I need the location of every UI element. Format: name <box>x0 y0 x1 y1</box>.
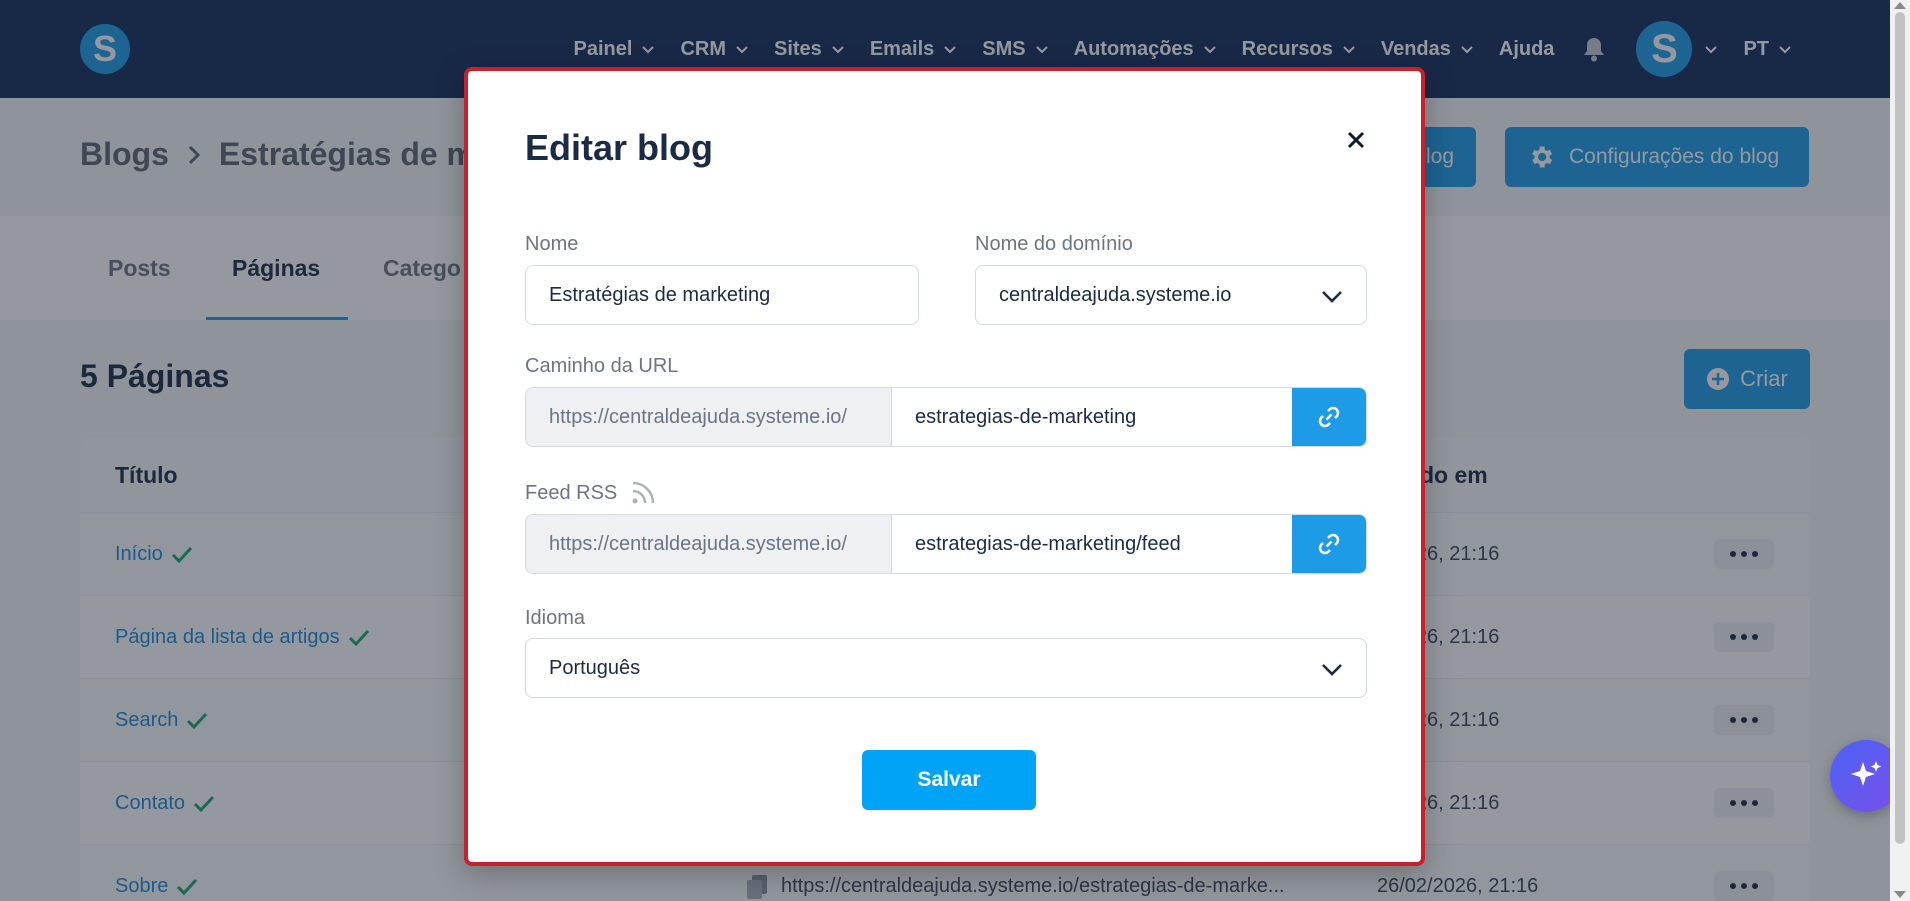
domain-label: Nome do domínio <box>975 233 1133 255</box>
rss-feed-group: https://centraldeajuda.systeme.io/ estra… <box>525 514 1367 574</box>
rss-feed-input[interactable]: estrategias-de-marketing/feed <box>892 515 1292 573</box>
name-label: Nome <box>525 233 579 255</box>
edit-blog-modal: Editar blog Nome Estratégias de marketin… <box>464 67 1425 866</box>
url-path-group: https://centraldeajuda.systeme.io/ estra… <box>525 387 1367 447</box>
language-select[interactable]: Português <box>525 638 1367 698</box>
open-rss-button[interactable] <box>1292 515 1366 573</box>
domain-select[interactable]: centraldeajuda.systeme.io <box>975 265 1367 325</box>
rss-prefix: https://centraldeajuda.systeme.io/ <box>526 515 892 573</box>
sparkle-icon <box>1851 761 1882 786</box>
save-button[interactable]: Salvar <box>862 750 1036 810</box>
chevron-down-icon <box>1322 664 1342 676</box>
page-scrollbar[interactable] <box>1890 0 1910 901</box>
language-label: Idioma <box>525 607 586 629</box>
modal-title: Editar blog <box>525 127 713 168</box>
url-path-input[interactable]: estrategias-de-marketing <box>892 388 1292 446</box>
rss-label: Feed RSS <box>525 479 657 507</box>
url-prefix: https://centraldeajuda.systeme.io/ <box>526 388 892 446</box>
scroll-thumb[interactable] <box>1895 12 1905 844</box>
link-icon <box>1318 406 1340 428</box>
close-icon <box>1347 131 1365 149</box>
chevron-down-icon <box>1322 291 1342 303</box>
scroll-down-arrow[interactable] <box>1894 891 1906 898</box>
name-input[interactable]: Estratégias de marketing <box>525 265 919 325</box>
link-icon <box>1318 533 1340 555</box>
open-url-button[interactable] <box>1292 388 1366 446</box>
url-path-label: Caminho da URL <box>525 355 679 377</box>
close-button[interactable] <box>1341 125 1371 155</box>
scroll-up-arrow[interactable] <box>1894 2 1906 9</box>
rss-icon <box>632 481 655 504</box>
